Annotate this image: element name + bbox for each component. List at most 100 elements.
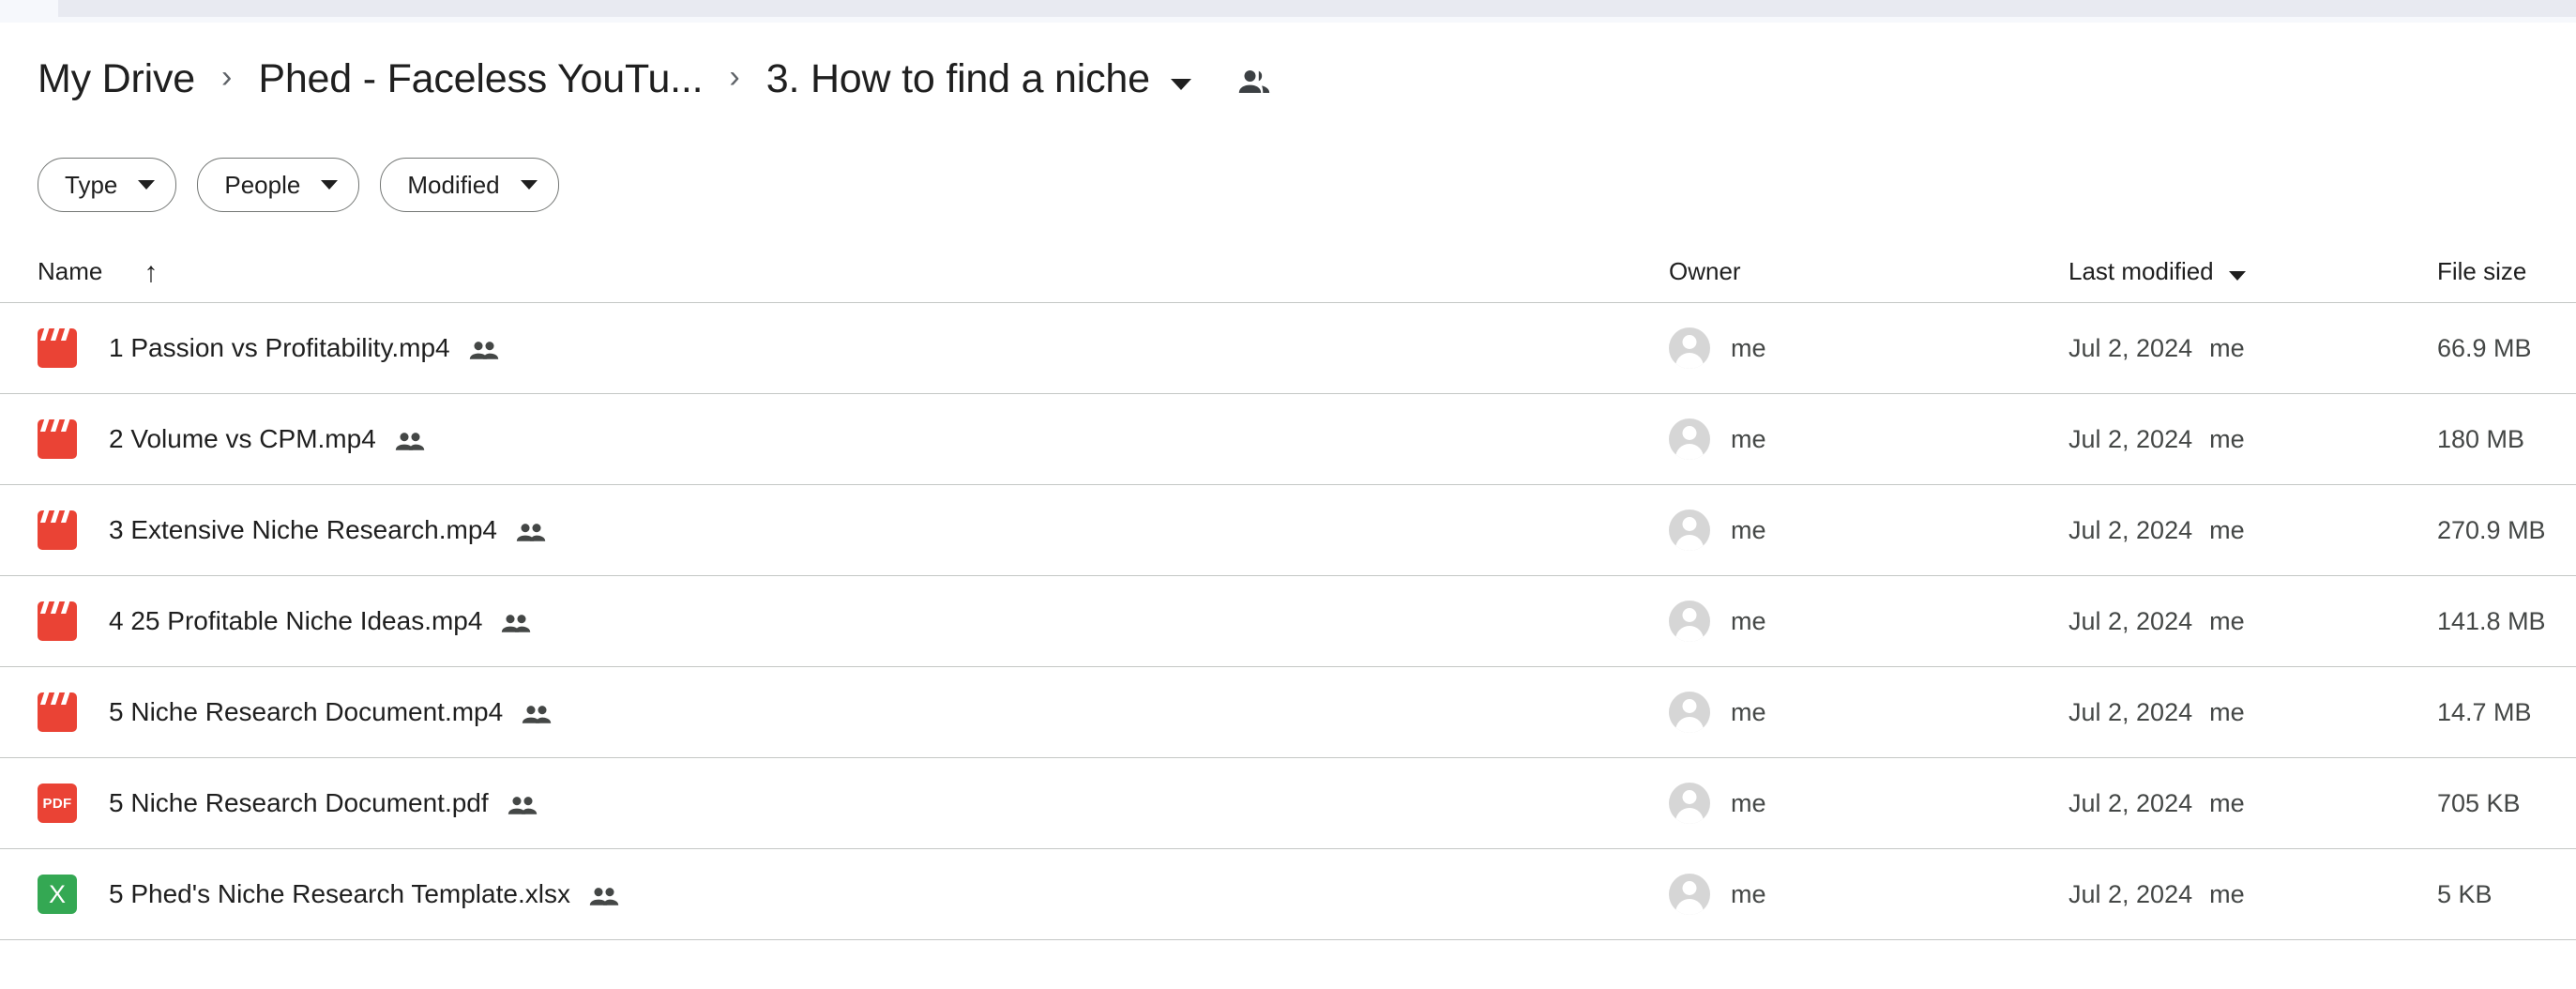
last-modified-by: me	[2209, 788, 2245, 817]
breadcrumb-item-my-drive[interactable]: My Drive	[38, 56, 195, 102]
cell-owner: me	[1669, 667, 1766, 757]
table-row[interactable]: 2 Volume vs CPM.mp4 me Jul 2, 2024 me 18…	[0, 394, 2576, 485]
window-chrome-strip	[0, 0, 2576, 23]
cell-owner: me	[1669, 849, 1766, 939]
breadcrumb-item-current-folder[interactable]: 3. How to find a niche	[766, 56, 1150, 102]
last-modified-by: me	[2209, 697, 2245, 726]
avatar	[1669, 510, 1710, 551]
cell-file-size: 5 KB	[2437, 849, 2493, 939]
file-name-label: 1 Passion vs Profitability.mp4	[109, 333, 450, 362]
cell-owner: me	[1669, 485, 1766, 575]
file-name-label: 3 Extensive Niche Research.mp4	[109, 515, 497, 544]
table-row[interactable]: 5 Niche Research Document.mp4 me Jul 2, …	[0, 667, 2576, 758]
last-modified-date: Jul 2, 2024	[2068, 788, 2193, 817]
avatar	[1669, 418, 1710, 460]
last-modified-by: me	[2209, 879, 2245, 908]
owner-label: me	[1731, 333, 1766, 362]
owner-label: me	[1731, 788, 1766, 817]
column-header-last-modified[interactable]: Last modified	[2068, 257, 2246, 286]
avatar	[1669, 783, 1710, 824]
owner-label: me	[1731, 606, 1766, 635]
cell-file-name: X 5 Phed's Niche Research Template.xlsx	[38, 849, 619, 939]
shared-people-icon	[395, 432, 425, 452]
file-size-label: 141.8 MB	[2437, 606, 2546, 635]
filter-chip-modified[interactable]: Modified	[380, 158, 559, 212]
cell-file-size: 270.9 MB	[2437, 485, 2546, 575]
people-icon[interactable]	[1236, 68, 1272, 96]
cell-last-modified: Jul 2, 2024 me	[2068, 849, 2245, 939]
file-size-label: 270.9 MB	[2437, 515, 2546, 544]
cell-file-size: 141.8 MB	[2437, 576, 2546, 666]
shared-people-icon	[589, 887, 619, 907]
filter-chip-people-label: People	[224, 170, 301, 199]
cell-owner: me	[1669, 394, 1766, 484]
filter-chip-type-label: Type	[65, 170, 118, 199]
filter-chip-people[interactable]: People	[197, 158, 360, 212]
last-modified-date: Jul 2, 2024	[2068, 879, 2193, 908]
chevron-down-icon	[2228, 270, 2246, 281]
column-header-name-label: Name	[38, 257, 103, 285]
spreadsheet-file-icon: X	[38, 875, 77, 914]
cell-file-size: 14.7 MB	[2437, 667, 2532, 757]
last-modified-date: Jul 2, 2024	[2068, 606, 2193, 635]
file-size-label: 705 KB	[2437, 788, 2521, 817]
table-row[interactable]: 4 25 Profitable Niche Ideas.mp4 me Jul 2…	[0, 576, 2576, 667]
last-modified-by: me	[2209, 515, 2245, 544]
filter-chip-modified-label: Modified	[407, 170, 500, 199]
owner-label: me	[1731, 697, 1766, 726]
last-modified-by: me	[2209, 606, 2245, 635]
file-name-label: 5 Phed's Niche Research Template.xlsx	[109, 879, 570, 908]
chevron-down-icon	[321, 180, 339, 190]
cell-file-name: 2 Volume vs CPM.mp4	[38, 394, 425, 484]
last-modified-date: Jul 2, 2024	[2068, 697, 2193, 726]
file-size-label: 14.7 MB	[2437, 697, 2532, 726]
column-header-owner[interactable]: Owner	[1669, 257, 1741, 286]
last-modified-date: Jul 2, 2024	[2068, 424, 2193, 453]
cell-owner: me	[1669, 303, 1766, 393]
table-body: 1 Passion vs Profitability.mp4 me Jul 2,…	[0, 303, 2576, 940]
drive-folder-view: My Drive › Phed - Faceless YouTu... › 3.…	[0, 0, 2576, 989]
table-row[interactable]: 3 Extensive Niche Research.mp4 me Jul 2,…	[0, 485, 2576, 576]
shared-people-icon	[501, 614, 531, 634]
owner-label: me	[1731, 424, 1766, 453]
filter-chip-type[interactable]: Type	[38, 158, 177, 212]
last-modified-date: Jul 2, 2024	[2068, 333, 2193, 362]
table-row[interactable]: X 5 Phed's Niche Research Template.xlsx …	[0, 849, 2576, 940]
file-name-label: 4 25 Profitable Niche Ideas.mp4	[109, 606, 483, 635]
last-modified-date: Jul 2, 2024	[2068, 515, 2193, 544]
shared-people-icon	[469, 341, 499, 361]
cell-last-modified: Jul 2, 2024 me	[2068, 758, 2245, 848]
video-file-icon	[38, 328, 77, 368]
chevron-down-icon	[138, 180, 156, 190]
file-name-label: 5 Niche Research Document.pdf	[109, 788, 489, 817]
file-size-label: 180 MB	[2437, 424, 2525, 453]
last-modified-by: me	[2209, 424, 2245, 453]
shared-people-icon	[508, 796, 538, 816]
cell-file-size: 66.9 MB	[2437, 303, 2532, 393]
cell-file-name: PDF 5 Niche Research Document.pdf	[38, 758, 538, 848]
cell-last-modified: Jul 2, 2024 me	[2068, 394, 2245, 484]
breadcrumb: My Drive › Phed - Faceless YouTu... › 3.…	[38, 45, 1272, 113]
avatar	[1669, 692, 1710, 733]
cell-file-name: 4 25 Profitable Niche Ideas.mp4	[38, 576, 531, 666]
cell-file-name: 1 Passion vs Profitability.mp4	[38, 303, 499, 393]
chevron-down-icon	[520, 180, 538, 190]
shared-people-icon	[516, 523, 546, 543]
table-row[interactable]: 1 Passion vs Profitability.mp4 me Jul 2,…	[0, 303, 2576, 394]
owner-label: me	[1731, 879, 1766, 908]
breadcrumb-separator-icon: ›	[729, 59, 740, 95]
table-header-row: Name ↑ Owner Last modified File size	[0, 246, 2576, 303]
chevron-down-icon[interactable]	[1170, 79, 1191, 90]
pdf-file-icon: PDF	[38, 784, 77, 823]
video-file-icon	[38, 601, 77, 641]
file-size-label: 66.9 MB	[2437, 333, 2532, 362]
table-row[interactable]: PDF 5 Niche Research Document.pdf me Jul…	[0, 758, 2576, 849]
cell-last-modified: Jul 2, 2024 me	[2068, 576, 2245, 666]
avatar	[1669, 874, 1710, 915]
column-header-file-size[interactable]: File size	[2437, 257, 2526, 286]
sort-ascending-arrow-icon: ↑	[144, 256, 159, 288]
file-size-label: 5 KB	[2437, 879, 2493, 908]
column-header-name[interactable]: Name ↑	[38, 257, 158, 286]
window-chrome-tab-bar	[58, 0, 2576, 17]
breadcrumb-item-phed-faceless-youtube[interactable]: Phed - Faceless YouTu...	[258, 56, 703, 102]
